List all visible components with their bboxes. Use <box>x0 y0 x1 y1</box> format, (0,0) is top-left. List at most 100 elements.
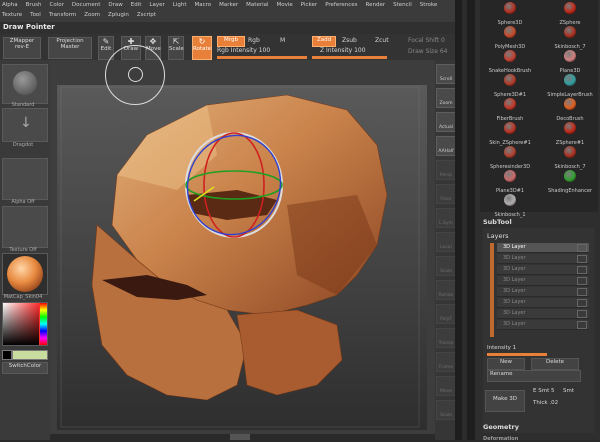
right-shelf-button[interactable]: L.Sym <box>436 208 456 228</box>
menu-item[interactable]: Macro <box>195 2 212 8</box>
thick-slider[interactable]: Thick .02 <box>533 400 558 406</box>
layer-row[interactable]: 3D Layer <box>497 287 589 297</box>
tool-item[interactable]: Skinbosch_7 <box>540 26 600 50</box>
tool-item[interactable]: ShadingEnhancer <box>540 170 600 194</box>
zadd-button[interactable]: Zadd <box>312 36 336 47</box>
layer-row[interactable]: 3D Layer <box>497 276 589 286</box>
right-shelf-button[interactable]: Scale <box>436 400 456 420</box>
menu-item[interactable]: Zoom <box>84 12 100 18</box>
make-3d-button[interactable]: Make 3D <box>485 390 525 412</box>
layer-visibility-icon[interactable] <box>577 244 587 252</box>
layer-row[interactable]: 3D Layer <box>497 254 589 264</box>
right-shelf-button[interactable]: Persp <box>436 160 456 180</box>
m-button[interactable]: M <box>280 37 285 44</box>
layers-header[interactable]: Layers <box>487 232 509 240</box>
tool-item[interactable]: Sphere3D <box>480 2 540 26</box>
material-selector[interactable] <box>2 253 48 295</box>
right-shelf-button[interactable]: AAHalf <box>436 136 456 156</box>
menu-item[interactable]: Transform <box>49 12 76 18</box>
deformation-header[interactable]: Deformation <box>483 436 518 442</box>
tool-item[interactable]: Sphere3D#1 <box>480 74 540 98</box>
menu-item[interactable]: Brush <box>26 2 42 8</box>
menu-item[interactable]: Light <box>173 2 187 8</box>
menu-item[interactable]: Edit <box>131 2 142 8</box>
menu-item[interactable]: Stencil <box>393 2 412 8</box>
esmt-slider[interactable]: E Smt 5 <box>533 388 554 394</box>
layer-visibility-icon[interactable] <box>577 255 587 263</box>
rotate-button[interactable]: ↻ Rotate <box>192 36 212 60</box>
smt-slider[interactable]: Smt <box>563 388 574 394</box>
color-picker[interactable] <box>2 302 48 346</box>
tool-item[interactable]: SnakeHookBrush <box>480 50 540 74</box>
rgb-intensity-track[interactable] <box>217 56 307 59</box>
menu-item[interactable]: Color <box>50 2 64 8</box>
right-shelf-button[interactable]: Scale <box>436 256 456 276</box>
menu-item[interactable]: Stroke <box>420 2 438 8</box>
hue-strip[interactable] <box>40 303 47 345</box>
z-intensity-slider[interactable]: Z Intensity 100 <box>320 47 366 54</box>
tool-item[interactable]: SimpleLayerBrush <box>540 74 600 98</box>
tool-item[interactable]: Skinbosch_7 <box>540 146 600 170</box>
menu-item[interactable]: Preferences <box>325 2 357 8</box>
projection-master-button[interactable]: Projection Master <box>48 37 92 59</box>
menu-item[interactable]: Movie <box>277 2 293 8</box>
layer-visibility-icon[interactable] <box>577 299 587 307</box>
layer-visibility-icon[interactable] <box>577 310 587 318</box>
right-shelf-button[interactable]: Move <box>436 376 456 396</box>
layer-visibility-icon[interactable] <box>577 277 587 285</box>
menu-item[interactable]: Document <box>72 2 101 8</box>
viewport-scroll-handle[interactable] <box>230 434 250 440</box>
tool-item[interactable]: Skin_ZSphere#1 <box>480 122 540 146</box>
menu-item[interactable]: Picker <box>301 2 317 8</box>
right-shelf-button[interactable]: Transp <box>436 328 456 348</box>
right-shelf-button[interactable]: Frame <box>436 352 456 372</box>
new-layer-button[interactable]: New <box>487 358 525 370</box>
intensity-track[interactable] <box>487 353 547 356</box>
texture-selector[interactable] <box>2 206 48 248</box>
tool-item[interactable]: Skinbosch_1 <box>480 194 540 218</box>
menu-item[interactable]: Render <box>366 2 386 8</box>
layer-row[interactable]: 3D Layer <box>497 320 589 330</box>
tool-item[interactable]: Plane3D <box>540 50 600 74</box>
right-shelf-button[interactable]: Rotate <box>436 280 456 300</box>
mrgb-button[interactable]: Mrgb <box>217 36 245 47</box>
layer-row[interactable]: 3D Layer <box>497 298 589 308</box>
intensity-slider[interactable]: Intensity 1 <box>487 345 516 351</box>
right-shelf-button[interactable]: Scroll <box>436 64 456 84</box>
delete-layer-button[interactable]: Delete <box>531 358 579 370</box>
brush-selector[interactable] <box>2 64 48 104</box>
menu-item[interactable]: Texture <box>2 12 22 18</box>
primary-color-swatch[interactable] <box>12 350 48 360</box>
right-shelf-button[interactable]: Zoom <box>436 88 456 108</box>
focal-shift-slider[interactable]: Focal Shift 0 <box>408 37 445 44</box>
tool-item[interactable]: FiberBrush <box>480 98 540 122</box>
menu-item[interactable]: Zscript <box>137 12 156 18</box>
tool-item[interactable]: ZSphere#1 <box>540 122 600 146</box>
zsub-button[interactable]: Zsub <box>342 37 357 44</box>
layer-visibility-icon[interactable] <box>577 288 587 296</box>
menu-item[interactable]: Layer <box>149 2 164 8</box>
draw-size-slider[interactable]: Draw Size 64 <box>408 48 447 55</box>
tool-item[interactable]: ZSphere <box>540 2 600 26</box>
rgb-intensity-slider[interactable]: Rgb Intensity 100 <box>217 47 270 54</box>
layer-visibility-icon[interactable] <box>577 321 587 329</box>
alpha-selector[interactable] <box>2 158 48 200</box>
menu-item[interactable]: Zplugin <box>108 12 129 18</box>
stroke-selector[interactable]: ↓ <box>2 108 48 142</box>
menu-item[interactable]: Marker <box>219 2 238 8</box>
menu-item[interactable]: Alpha <box>2 2 18 8</box>
rename-layer-button[interactable]: Rename <box>487 370 581 382</box>
subtool-header[interactable]: SubTool <box>483 218 512 226</box>
layer-row[interactable]: 3D Layer <box>497 243 589 253</box>
switch-color-button[interactable]: SwitchColor <box>2 362 48 374</box>
tray-divider-handle[interactable] <box>462 0 467 440</box>
layer-row[interactable]: 3D Layer <box>497 309 589 319</box>
document-canvas[interactable] <box>57 85 427 430</box>
right-shelf-button[interactable]: Floor <box>436 184 456 204</box>
secondary-color-swatch[interactable] <box>2 350 12 360</box>
z-intensity-track[interactable] <box>312 56 387 59</box>
right-shelf-button[interactable]: Actual <box>436 112 456 132</box>
tool-item[interactable]: DecoBrush <box>540 98 600 122</box>
rgb-button[interactable]: Rgb <box>248 37 260 44</box>
right-shelf-button[interactable]: Local <box>436 232 456 252</box>
